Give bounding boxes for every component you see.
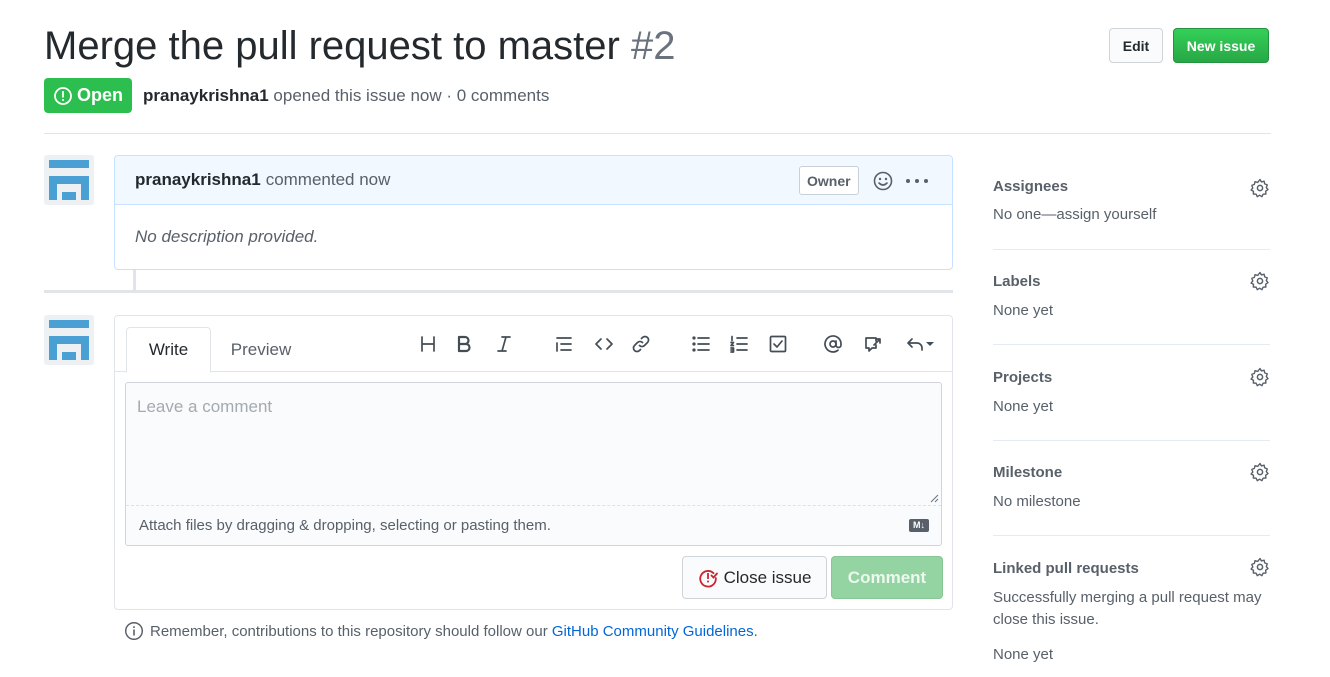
task-list-icon[interactable] xyxy=(766,332,790,356)
guideline-suffix: . xyxy=(753,622,758,640)
comment-body: No description provided. xyxy=(135,227,319,246)
projects-title: Projects xyxy=(993,369,1053,386)
assignees-value[interactable]: No one—assign yourself xyxy=(993,204,1270,226)
close-issue-label: Close issue xyxy=(723,567,812,587)
quote-icon[interactable] xyxy=(552,332,576,356)
edit-button[interactable]: Edit xyxy=(1109,28,1163,63)
issue-state-badge: Open xyxy=(44,78,132,113)
reference-icon[interactable] xyxy=(861,332,885,356)
editor-tabs: Write Preview xyxy=(115,316,952,373)
sidebar-labels: Labels None yet xyxy=(993,250,1270,345)
resize-grip-icon[interactable] xyxy=(929,493,939,503)
attach-files-bar[interactable]: Attach files by dragging & dropping, sel… xyxy=(126,506,941,545)
reply-icon[interactable] xyxy=(901,332,939,356)
issue-title: Merge the pull request to master #2 xyxy=(44,24,675,69)
milestone-gear-icon[interactable] xyxy=(1250,462,1270,482)
tab-write[interactable]: Write xyxy=(126,327,211,373)
milestone-value: No milestone xyxy=(993,493,1081,510)
issue-author-link[interactable]: pranaykrishna1 xyxy=(143,86,269,105)
issue-number: #2 xyxy=(630,24,676,68)
sidebar-assignees: Assignees No one—assign yourself xyxy=(993,155,1270,250)
community-guidelines-link[interactable]: GitHub Community Guidelines xyxy=(552,623,754,640)
projects-gear-icon[interactable] xyxy=(1250,367,1270,387)
code-icon[interactable] xyxy=(592,332,616,356)
issue-meta: pranaykrishna1 opened this issue now · 0… xyxy=(143,86,549,106)
bold-icon[interactable] xyxy=(452,332,476,356)
owner-badge: Owner xyxy=(799,166,859,195)
current-user-avatar[interactable] xyxy=(44,315,94,365)
assignees-title: Assignees xyxy=(993,178,1069,195)
sidebar-projects: Projects None yet xyxy=(993,345,1270,441)
linked-gear-icon[interactable] xyxy=(1250,557,1270,577)
unordered-list-icon[interactable] xyxy=(689,332,713,356)
issue-closed-icon xyxy=(698,569,718,587)
attach-files-text: Attach files by dragging & dropping, sel… xyxy=(139,517,551,534)
header-divider xyxy=(44,133,1271,134)
sidebar-milestone: Milestone No milestone xyxy=(993,441,1270,536)
issue-opened-text: opened this issue now · 0 comments xyxy=(273,86,550,105)
mention-icon[interactable] xyxy=(821,332,845,356)
link-icon[interactable] xyxy=(629,332,653,356)
close-issue-button[interactable]: Close issue xyxy=(682,556,827,599)
contribution-guideline-note: Remember, contributions to this reposito… xyxy=(124,621,758,641)
milestone-title: Milestone xyxy=(993,464,1063,481)
issue-comment: pranaykrishna1 commented now Owner No de… xyxy=(114,155,953,270)
chevron-down-icon xyxy=(926,342,934,346)
linked-value: None yet xyxy=(993,646,1054,663)
comment-editor: Attach files by dragging & dropping, sel… xyxy=(125,382,942,546)
comment-author-link[interactable]: pranaykrishna1 xyxy=(135,170,261,190)
comment-timestamp[interactable]: commented now xyxy=(266,170,391,190)
kebab-horizontal-icon[interactable] xyxy=(904,168,930,194)
issue-sidebar: Assignees No one—assign yourself Labels … xyxy=(993,155,1270,666)
author-avatar[interactable] xyxy=(44,155,94,205)
issue-opened-icon xyxy=(54,86,72,105)
sidebar-linked-pull-requests: Linked pull requests Successfully mergin… xyxy=(993,536,1270,666)
markdown-icon[interactable]: M↓ xyxy=(909,519,929,532)
new-issue-button[interactable]: New issue xyxy=(1173,28,1269,63)
linked-description: Successfully merging a pull request may … xyxy=(993,589,1262,628)
new-comment-form: Write Preview Leave a comment Attach fil… xyxy=(114,315,953,610)
issue-title-text: Merge the pull request to master xyxy=(44,24,620,68)
timeline-separator xyxy=(44,290,953,293)
comment-textarea[interactable] xyxy=(126,383,941,506)
ordered-list-icon[interactable] xyxy=(727,332,751,356)
issue-state-label: Open xyxy=(76,85,123,105)
guideline-text: Remember, contributions to this reposito… xyxy=(150,622,548,640)
labels-title: Labels xyxy=(993,273,1041,290)
header-icon[interactable] xyxy=(416,332,440,356)
timeline-line xyxy=(133,270,136,291)
assignees-gear-icon[interactable] xyxy=(1250,178,1270,198)
linked-title: Linked pull requests xyxy=(993,560,1139,577)
comment-button[interactable]: Comment xyxy=(831,556,943,599)
labels-value: None yet xyxy=(993,302,1054,319)
labels-gear-icon[interactable] xyxy=(1250,271,1270,291)
comment-header: pranaykrishna1 commented now Owner xyxy=(115,156,952,205)
italic-icon[interactable] xyxy=(492,332,516,356)
info-icon xyxy=(124,621,144,641)
tab-preview[interactable]: Preview xyxy=(215,327,307,373)
add-reaction-icon[interactable] xyxy=(870,168,896,194)
projects-value: None yet xyxy=(993,398,1054,415)
